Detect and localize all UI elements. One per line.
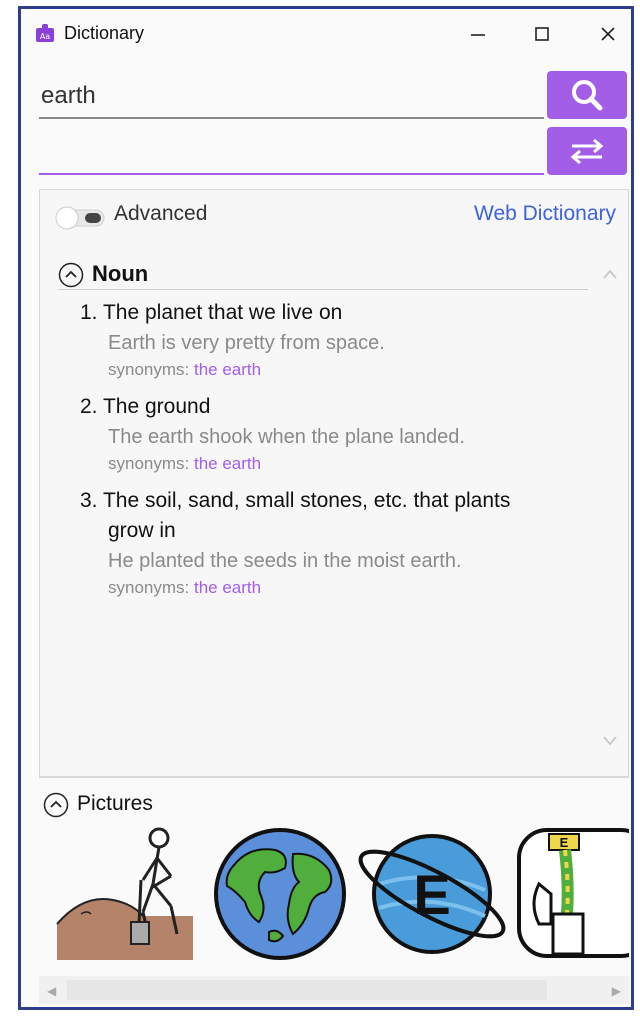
synonyms-label: synonyms: [108, 454, 190, 473]
maximize-button[interactable] [521, 15, 563, 53]
title-bar: Aa Dictionary [21, 9, 631, 59]
scroll-right-icon[interactable]: ▶ [612, 984, 621, 998]
definition-panel: Advanced Web Dictionary Noun 1. The plan… [39, 189, 629, 777]
synonyms-label: synonyms: [108, 578, 190, 597]
synonym-link[interactable]: the earth [194, 454, 261, 473]
globe-icon[interactable] [205, 824, 355, 964]
definition-text-continued: grow in [108, 519, 176, 542]
definition-number: 3. [80, 489, 98, 512]
app-puzzle-icon: Aa [36, 24, 54, 42]
advanced-toggle[interactable] [55, 206, 107, 230]
web-dictionary-link[interactable]: Web Dictionary [474, 202, 616, 226]
noun-label: Noun [92, 261, 149, 286]
scrollbar-thumb[interactable] [67, 980, 547, 1000]
search-button[interactable] [547, 71, 627, 119]
window-title: Dictionary [64, 23, 145, 43]
digging-soil-icon[interactable] [53, 824, 203, 964]
advanced-label: Advanced [114, 202, 208, 225]
minimize-icon [471, 34, 485, 36]
scroll-left-icon[interactable]: ◀ [47, 984, 56, 998]
definition-example: He planted the seeds in the moist earth. [108, 550, 462, 572]
definition-example: The earth shook when the plane landed. [108, 426, 465, 448]
dictionary-window: Aa Dictionary earth Advanced Web Diction… [18, 6, 634, 1010]
synonym-link[interactable]: the earth [194, 360, 261, 379]
synonyms-label: synonyms: [108, 360, 190, 379]
collapse-noun-icon[interactable] [58, 262, 84, 288]
definition-item: 1. The planet that we live on Earth is v… [80, 298, 580, 382]
swap-arrows-icon [570, 138, 604, 165]
close-button[interactable] [587, 15, 629, 53]
collapse-pictures-icon[interactable] [43, 792, 69, 818]
planet-e-icon[interactable]: E [357, 824, 507, 964]
close-icon [601, 27, 615, 41]
definition-text: The ground [102, 395, 211, 418]
swap-button[interactable] [547, 127, 627, 175]
horizontal-scrollbar[interactable]: ◀ ▶ [39, 976, 629, 1004]
definition-list: 1. The planet that we live on Earth is v… [80, 298, 580, 610]
pictures-label: Pictures [77, 792, 153, 815]
earth-wire-icon[interactable]: E [509, 824, 629, 964]
definition-text: The soil, sand, small stones, etc. that … [102, 489, 511, 512]
secondary-input-underline [39, 173, 544, 175]
noun-section-header[interactable]: Noun [58, 260, 588, 290]
maximize-icon [535, 27, 549, 41]
planet-e-letter: E [413, 863, 450, 926]
definition-item: 3. The soil, sand, small stones, etc. th… [80, 486, 580, 600]
definition-number: 2. [80, 395, 98, 418]
definition-number: 1. [80, 301, 98, 324]
minimize-button[interactable] [457, 15, 499, 53]
pictures-section: Pictures E E ◀ ▶ [39, 777, 629, 1007]
definition-item: 2. The ground The earth shook when the p… [80, 392, 580, 476]
scroll-down-icon[interactable] [602, 734, 618, 746]
wire-tag-letter: E [560, 835, 569, 850]
synonym-link[interactable]: the earth [194, 578, 261, 597]
definition-text: The planet that we live on [102, 301, 343, 324]
scroll-up-icon[interactable] [602, 268, 618, 280]
definition-example: Earth is very pretty from space. [108, 332, 385, 354]
search-icon [572, 80, 603, 111]
svg-text:Aa: Aa [40, 32, 50, 41]
search-input[interactable] [39, 75, 544, 119]
